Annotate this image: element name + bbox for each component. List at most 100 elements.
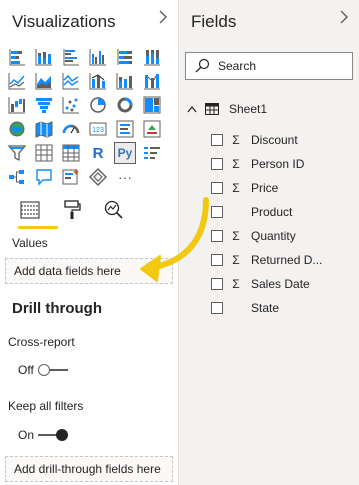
fields-search-input[interactable]: Search <box>185 52 353 80</box>
power-apps-icon[interactable] <box>87 166 109 188</box>
sigma-icon: Σ <box>232 253 240 267</box>
values-placeholder: Add data fields here <box>14 264 121 278</box>
search-icon <box>195 58 210 73</box>
cross-report-label: Cross-report <box>8 335 75 349</box>
drill-through-field-well[interactable]: Add drill-through fields here <box>5 456 173 482</box>
toggle-knob <box>56 429 69 441</box>
field-name: Product <box>251 205 293 219</box>
area-chart-icon[interactable] <box>33 70 55 92</box>
funnel-chart-icon[interactable] <box>33 94 55 116</box>
line-stacked-column-chart-icon[interactable] <box>114 70 136 92</box>
svg-text:123: 123 <box>92 127 104 134</box>
visualizations-pane: Visualizations 123 R Py ··· Values Add d… <box>0 0 178 485</box>
analytics-magnifier-icon[interactable] <box>100 198 128 222</box>
smart-narrative-icon[interactable] <box>60 166 82 188</box>
field-item-discount[interactable]: Σ Discount <box>211 128 322 152</box>
stacked-bar-chart-icon[interactable] <box>6 46 28 68</box>
key-influencers-icon[interactable] <box>141 142 163 164</box>
qna-icon[interactable] <box>33 166 55 188</box>
field-item-quantity[interactable]: Σ Quantity <box>211 224 322 248</box>
table-icon <box>205 103 219 115</box>
table-name: Sheet1 <box>229 102 268 116</box>
field-checkbox[interactable] <box>211 230 223 242</box>
field-checkbox[interactable] <box>211 302 223 314</box>
field-checkbox[interactable] <box>211 206 223 218</box>
cross-report-toggle[interactable]: Off <box>18 362 68 378</box>
field-item-sales-date[interactable]: Σ Sales Date <box>211 272 322 296</box>
field-name: Returned D... <box>251 253 323 267</box>
r-visual-icon[interactable]: R <box>87 142 109 164</box>
slicer-icon[interactable] <box>6 142 28 164</box>
cross-report-state: Off <box>18 363 34 377</box>
field-checkbox[interactable] <box>211 134 223 146</box>
toggle-knob <box>37 364 50 376</box>
field-list: Σ Discount Σ Person ID Σ Price Product Σ… <box>211 128 322 320</box>
field-item-product[interactable]: Product <box>211 200 322 224</box>
ribbon-chart-icon[interactable] <box>141 70 163 92</box>
stacked-column-chart-icon[interactable] <box>33 46 55 68</box>
kpi-icon[interactable] <box>141 118 163 140</box>
card-icon[interactable]: 123 <box>87 118 109 140</box>
stacked-area-chart-icon[interactable] <box>60 70 82 92</box>
active-tab-indicator <box>18 226 58 229</box>
multi-row-card-icon[interactable] <box>114 118 136 140</box>
chevron-up-icon[interactable] <box>187 105 197 113</box>
decomposition-tree-icon[interactable] <box>6 166 28 188</box>
table-node-sheet1[interactable]: Sheet1 <box>187 100 267 118</box>
gauge-icon[interactable] <box>60 118 82 140</box>
chevron-right-icon[interactable] <box>339 10 349 29</box>
drill-through-placeholder: Add drill-through fields here <box>14 462 161 476</box>
drill-through-title: Drill through <box>12 300 102 317</box>
fields-pane: Fields Search Sheet1 Σ Discount Σ Person… <box>179 0 359 485</box>
matrix-icon[interactable] <box>60 142 82 164</box>
field-name: Quantity <box>251 229 296 243</box>
keep-all-filters-toggle[interactable]: On <box>18 427 69 443</box>
field-name: Price <box>251 181 279 195</box>
keep-all-filters-label: Keep all filters <box>8 399 84 413</box>
100-stacked-column-chart-icon[interactable] <box>141 46 163 68</box>
scatter-chart-icon[interactable] <box>60 94 82 116</box>
sigma-icon: Σ <box>232 133 240 147</box>
more-visuals-icon[interactable]: ··· <box>114 166 136 188</box>
format-paint-roller-icon[interactable] <box>58 198 86 222</box>
100-stacked-bar-chart-icon[interactable] <box>114 46 136 68</box>
visualization-tabs <box>8 198 138 229</box>
field-item-person-id[interactable]: Σ Person ID <box>211 152 322 176</box>
sigma-icon: Σ <box>232 277 240 291</box>
line-chart-icon[interactable] <box>6 70 28 92</box>
line-clustered-column-chart-icon[interactable] <box>87 70 109 92</box>
map-icon[interactable] <box>6 118 28 140</box>
toggle-track <box>38 429 69 441</box>
chevron-right-icon[interactable] <box>158 10 168 29</box>
field-checkbox[interactable] <box>211 158 223 170</box>
field-item-price[interactable]: Σ Price <box>211 176 322 200</box>
values-field-well[interactable]: Add data fields here <box>5 258 173 284</box>
toggle-track <box>37 364 68 376</box>
values-label: Values <box>12 236 48 250</box>
treemap-icon[interactable] <box>141 94 163 116</box>
field-name: State <box>251 301 280 315</box>
sigma-icon: Σ <box>232 229 240 243</box>
field-checkbox[interactable] <box>211 182 223 194</box>
clustered-column-chart-icon[interactable] <box>87 46 109 68</box>
field-name: Sales Date <box>251 277 310 291</box>
field-name: Person ID <box>251 157 305 171</box>
visual-gallery: 123 R Py ··· <box>6 46 165 190</box>
clustered-bar-chart-icon[interactable] <box>60 46 82 68</box>
field-name: Discount <box>251 133 298 147</box>
visualizations-title: Visualizations <box>12 12 116 31</box>
table-icon[interactable] <box>33 142 55 164</box>
waterfall-chart-icon[interactable] <box>6 94 28 116</box>
field-item-returned-date[interactable]: Σ Returned D... <box>211 248 322 272</box>
field-checkbox[interactable] <box>211 254 223 266</box>
filled-map-icon[interactable] <box>33 118 55 140</box>
pie-chart-icon[interactable] <box>87 94 109 116</box>
donut-chart-icon[interactable] <box>114 94 136 116</box>
keep-all-filters-state: On <box>18 428 35 442</box>
field-checkbox[interactable] <box>211 278 223 290</box>
python-visual-icon[interactable]: Py <box>114 142 136 164</box>
fields-title: Fields <box>191 12 237 31</box>
fields-tab-icon[interactable] <box>16 198 44 222</box>
field-item-state[interactable]: State <box>211 296 322 320</box>
sigma-icon: Σ <box>232 157 240 171</box>
